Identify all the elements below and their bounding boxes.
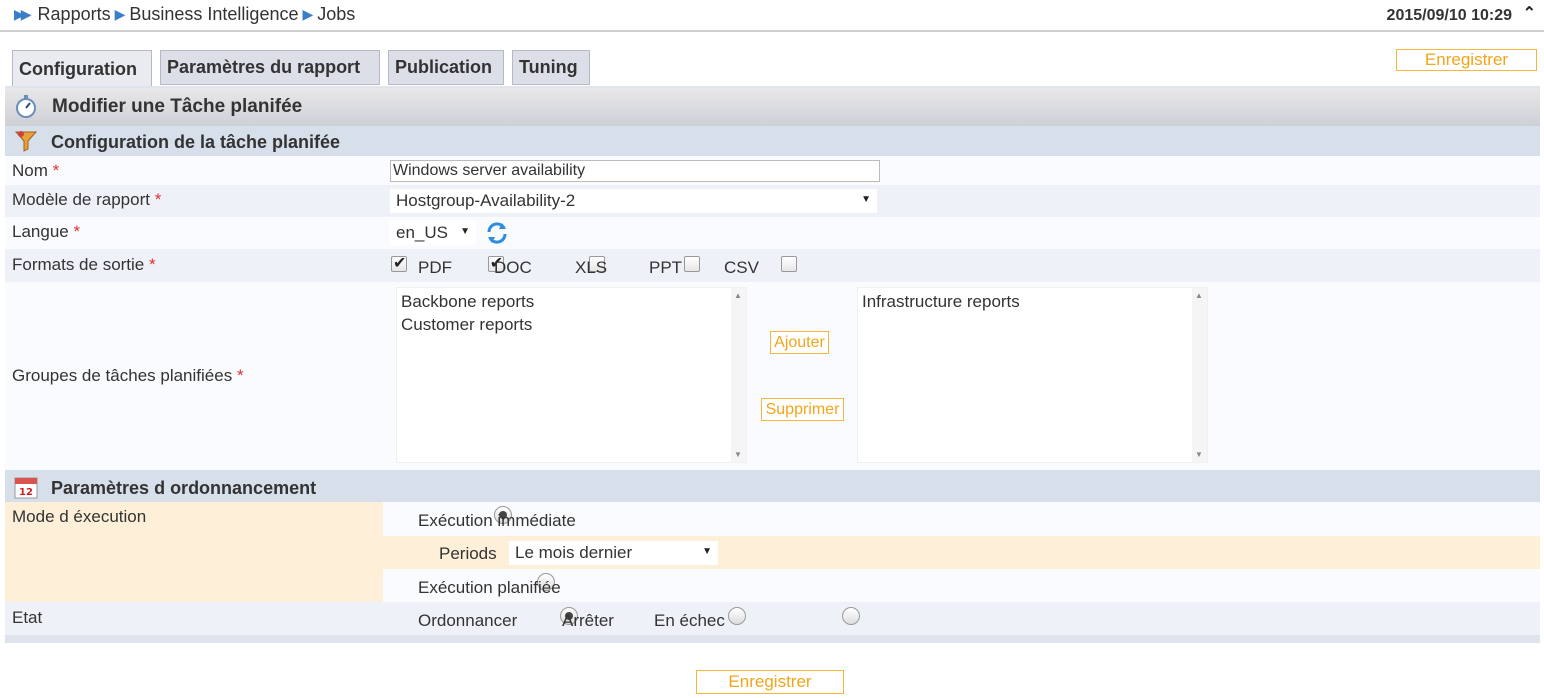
format-xls-label: XLS xyxy=(575,258,608,277)
format-pdf-label: PDF xyxy=(418,258,452,277)
langue-label: Langue * xyxy=(12,222,81,241)
list-item[interactable]: Customer reports xyxy=(401,313,534,336)
row-langue xyxy=(5,217,1540,249)
planned-label: Exécution planifiée xyxy=(418,578,561,597)
row-etat xyxy=(5,602,1540,635)
section-schedule-title: Paramètres d ordonnancement xyxy=(51,478,317,498)
breadcrumb-separator-icon: ▶ xyxy=(114,6,126,22)
chevron-down-icon: ▼ xyxy=(702,546,712,557)
periods-select-value: Le mois dernier xyxy=(515,543,633,562)
langue-select[interactable]: en_US ▼ xyxy=(390,221,476,245)
etat-label: Etat xyxy=(12,608,43,627)
scroll-down-icon[interactable]: ▼ xyxy=(734,450,742,459)
immediate-label: Exécution immédiate xyxy=(418,511,576,530)
datetime: 2015/09/10 10:29 xyxy=(1386,7,1512,24)
langue-select-value: en_US xyxy=(396,223,448,242)
available-groups-list[interactable]: Backbone reports Customer reports ▲ ▼ xyxy=(396,287,747,463)
scroll-down-icon[interactable]: ▼ xyxy=(1195,450,1203,459)
state-ordonnancer-label: Ordonnancer xyxy=(418,611,518,630)
tab-configuration[interactable]: Configuration xyxy=(12,50,152,87)
format-doc-label: DOC xyxy=(494,258,532,277)
page-title: Modifier une Tâche planifée xyxy=(52,96,303,117)
format-csv-label: CSV xyxy=(724,258,759,277)
tab-publication[interactable]: Publication xyxy=(388,50,504,85)
breadcrumb-item-bi[interactable]: Business Intelligence xyxy=(129,4,298,25)
save-button-top[interactable]: Enregistrer xyxy=(1396,49,1537,71)
breadcrumb: ▶▶ Rapports ▶ Business Intelligence ▶ Jo… xyxy=(14,4,355,25)
selected-groups-list[interactable]: Infrastructure reports ▲ ▼ xyxy=(857,287,1208,463)
state-echec-label: En échec xyxy=(654,611,725,630)
modele-label: Modèle de rapport * xyxy=(12,190,162,209)
scroll-up-icon[interactable]: ▲ xyxy=(734,291,742,300)
breadcrumb-item-rapports[interactable]: Rapports xyxy=(38,4,111,25)
scrollbar[interactable]: ▲ ▼ xyxy=(731,288,746,462)
mode-label: Mode d éxecution xyxy=(12,507,147,526)
nom-label: Nom * xyxy=(12,161,60,180)
scrollbar[interactable]: ▲ ▼ xyxy=(1192,288,1207,462)
scroll-up-icon[interactable]: ▲ xyxy=(1195,291,1203,300)
format-csv-checkbox[interactable] xyxy=(780,256,797,272)
list-item[interactable]: Backbone reports xyxy=(401,290,534,313)
format-ppt-checkbox[interactable] xyxy=(684,256,701,272)
format-pdf-checkbox[interactable] xyxy=(391,253,407,273)
breadcrumb-separator-icon: ▶ xyxy=(302,6,314,22)
tab-parametres-rapport[interactable]: Paramètres du rapport xyxy=(160,50,380,85)
svg-text:12: 12 xyxy=(19,487,33,498)
chevron-down-icon: ▼ xyxy=(460,226,470,237)
collapse-chevron-icon[interactable]: ⌃ xyxy=(1523,3,1536,23)
modele-select-value: Hostgroup-Availability-2 xyxy=(396,191,576,210)
nom-input[interactable]: Windows server availability xyxy=(390,160,880,182)
modele-select[interactable]: Hostgroup-Availability-2 ▼ xyxy=(390,189,877,213)
add-button[interactable]: Ajouter xyxy=(770,331,829,354)
save-button-bottom[interactable]: Enregistrer xyxy=(696,670,844,694)
breadcrumb-item-jobs: Jobs xyxy=(317,4,356,24)
row-formats xyxy=(5,249,1540,282)
groupes-label: Groupes de tâches planifiées * xyxy=(12,366,244,385)
section-config-title: Configuration de la tâche planifée xyxy=(51,132,341,152)
tab-tuning[interactable]: Tuning xyxy=(512,50,590,85)
chevron-down-icon: ▼ xyxy=(861,194,871,205)
formats-label: Formats de sortie * xyxy=(12,255,156,274)
funnel-tools-icon xyxy=(14,129,38,153)
refresh-icon[interactable] xyxy=(484,220,510,246)
remove-button[interactable]: Supprimer xyxy=(761,398,844,421)
calendar-icon: 12 xyxy=(13,474,39,500)
format-ppt-label: PPT xyxy=(649,258,683,277)
breadcrumb-home-icon[interactable]: ▶▶ xyxy=(14,6,31,23)
stopwatch-icon xyxy=(14,94,38,118)
periods-select[interactable]: Le mois dernier ▼ xyxy=(509,541,718,565)
state-arreter-radio[interactable] xyxy=(727,607,746,625)
state-arreter-label: Arrêter xyxy=(562,611,614,630)
periods-label: Periods xyxy=(439,544,497,563)
list-item[interactable]: Infrastructure reports xyxy=(862,290,1020,313)
